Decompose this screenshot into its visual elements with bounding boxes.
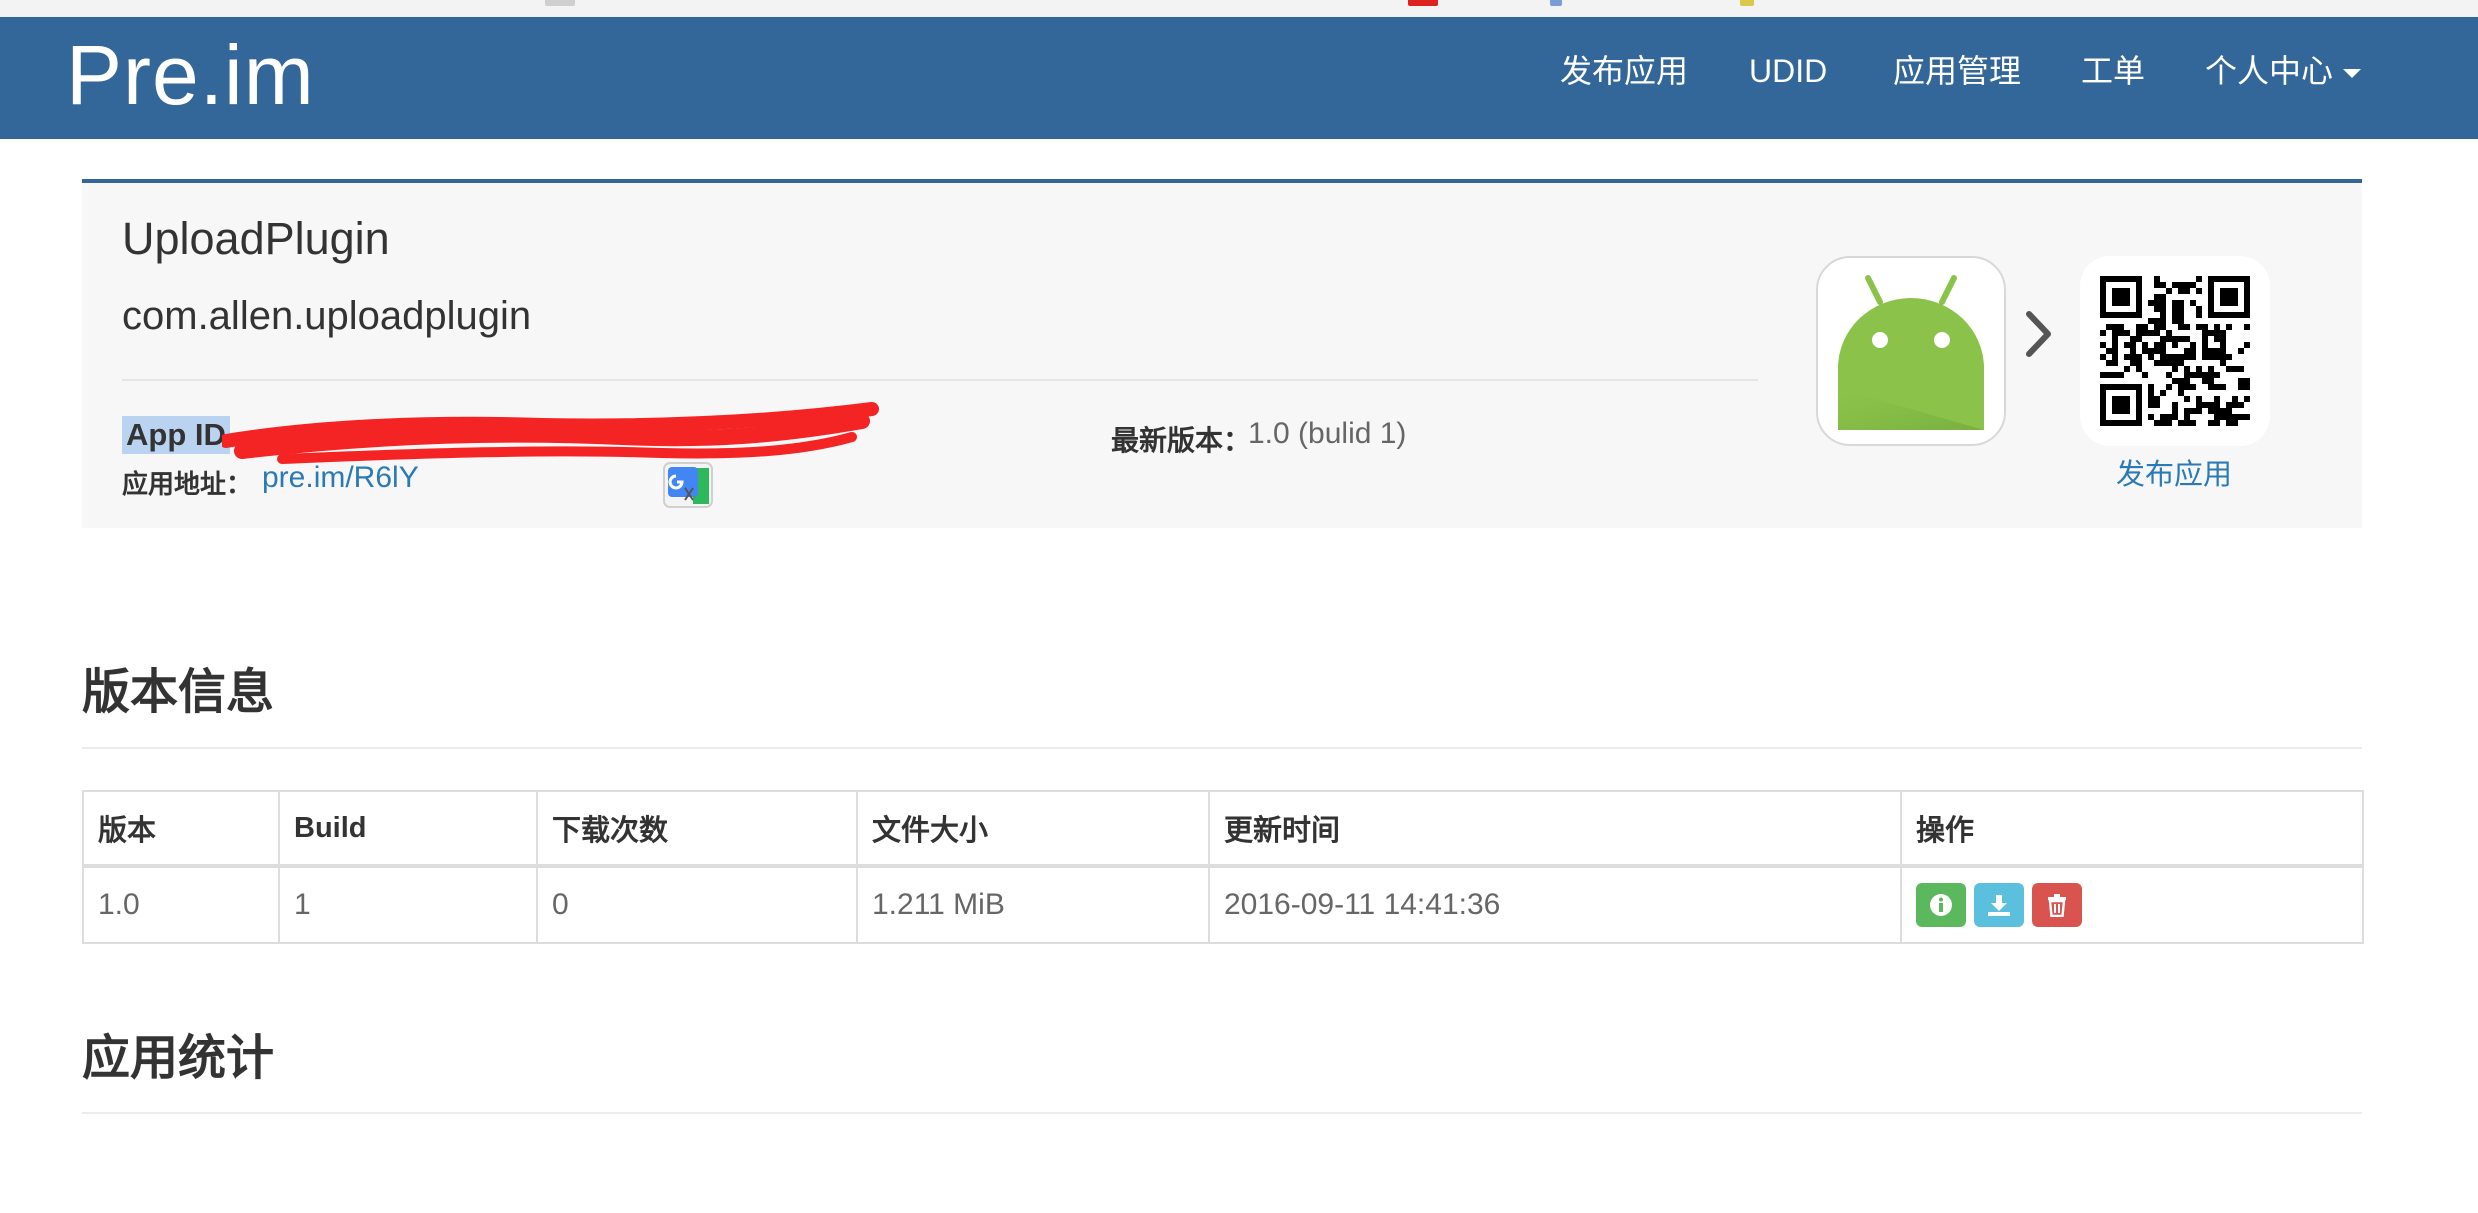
table-header-row: 版本 Build 下载次数 文件大小 更新时间 操作 — [82, 790, 2364, 868]
bookmark-icon — [545, 0, 575, 6]
divider — [122, 379, 1758, 381]
nav-udid[interactable]: UDID — [1749, 55, 1827, 87]
brand-logo[interactable]: Pre.im — [66, 33, 315, 117]
bookmark-icon — [1550, 0, 1562, 6]
bundle-id: com.allen.uploadplugin — [122, 294, 532, 338]
column-header-downloads: 下载次数 — [536, 790, 858, 868]
chevron-down-icon — [2343, 69, 2362, 79]
nav-app-management[interactable]: 应用管理 — [1893, 55, 2021, 87]
chevron-right-icon — [2026, 311, 2051, 357]
download-icon — [1988, 895, 2010, 916]
qr-code[interactable] — [2080, 256, 2270, 446]
divider — [82, 1112, 2362, 1114]
delete-button[interactable] — [2032, 883, 2082, 927]
nav-publish-app[interactable]: 发布应用 — [1560, 55, 1688, 87]
nav-tickets[interactable]: 工单 — [2081, 55, 2145, 87]
app-name: UploadPlugin — [122, 213, 390, 264]
nav-user-center[interactable]: 个人中心 — [2205, 53, 2362, 89]
download-button[interactable] — [1974, 883, 2024, 927]
app-url-link[interactable]: pre.im/R6lY — [262, 461, 419, 495]
bookmark-icon — [1408, 0, 1438, 6]
divider — [82, 747, 2362, 749]
app-info-panel: UploadPlugin com.allen.uploadplugin App … — [82, 179, 2362, 528]
column-header-size: 文件大小 — [856, 790, 1210, 868]
version-info-heading: 版本信息 — [82, 666, 275, 719]
app-url-label: 应用地址： — [122, 469, 253, 499]
app-stats-heading: 应用统计 — [82, 1032, 275, 1085]
cell-version: 1.0 — [82, 865, 280, 944]
cell-size: 1.211 MiB — [856, 865, 1210, 944]
publish-app-link[interactable]: 发布应用 — [2114, 451, 2234, 493]
cell-downloads: 0 — [536, 865, 858, 944]
app-id-label: App ID — [122, 416, 230, 454]
trash-icon — [2048, 894, 2066, 917]
google-translate-icon[interactable] — [663, 462, 713, 508]
redaction-scribble — [222, 402, 879, 464]
android-icon — [1838, 275, 1984, 430]
cell-build: 1 — [278, 865, 538, 944]
nav-user-center-label: 个人中心 — [2205, 53, 2334, 89]
info-icon — [1930, 894, 1952, 916]
latest-version-label: 最新版本： — [1111, 425, 1252, 456]
browser-toolbar-edge — [0, 0, 2478, 18]
latest-version-value: 1.0 (bulid 1) — [1248, 417, 1407, 450]
column-header-updated: 更新时间 — [1208, 790, 1902, 868]
column-header-actions: 操作 — [1900, 790, 2364, 868]
table-row: 1.0 1 0 1.211 MiB 2016-09-11 14:41:36 — [82, 865, 2364, 944]
info-button[interactable] — [1916, 883, 1966, 927]
qr-code-icon — [2100, 276, 2250, 426]
column-header-build: Build — [278, 790, 538, 868]
top-navbar: Pre.im 发布应用 UDID 应用管理 工单 个人中心 — [0, 17, 2478, 139]
bookmark-icon — [1740, 0, 1754, 6]
cell-actions — [1900, 865, 2364, 944]
app-icon — [1816, 256, 2006, 446]
version-table: 版本 Build 下载次数 文件大小 更新时间 操作 1.0 1 0 1.211… — [82, 790, 2364, 944]
cell-updated: 2016-09-11 14:41:36 — [1208, 865, 1902, 944]
column-header-version: 版本 — [82, 790, 280, 868]
